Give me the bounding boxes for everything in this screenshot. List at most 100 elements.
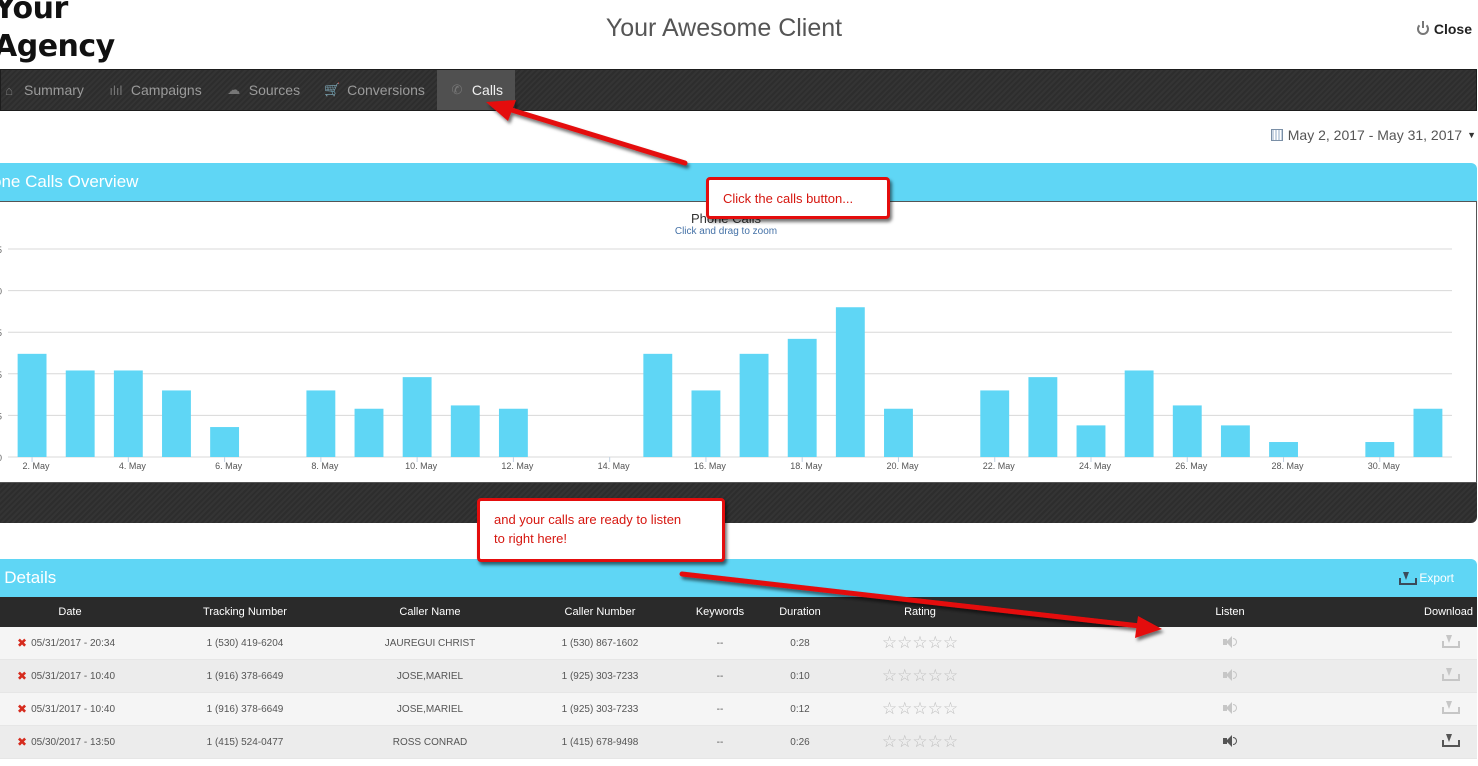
nav-tab-sources[interactable]: ☁ Sources <box>214 70 312 110</box>
export-button[interactable]: Export <box>1399 571 1454 585</box>
delete-icon[interactable]: ✖ <box>17 669 27 683</box>
cell-caller-number: 1 (925) 303-7233 <box>561 703 639 715</box>
column-header-date[interactable]: Date <box>0 606 140 618</box>
nav-tab-label: Campaigns <box>130 82 202 98</box>
cell-rating: ☆☆☆☆☆ <box>850 732 990 752</box>
cell-rating: ☆☆☆☆☆ <box>850 633 990 653</box>
close-button[interactable]: Close <box>1416 21 1472 37</box>
column-header-listen[interactable]: Listen <box>990 606 1420 618</box>
chart-bar <box>1076 425 1106 457</box>
cell-duration: 0:28 <box>790 637 810 649</box>
nav-tab-calls[interactable]: ✆ Calls <box>436 70 516 110</box>
calls-table-body: ✖ 05/31/2017 - 20:34 1 (530) 419-6204 JAURE… <box>0 627 1477 759</box>
cell-tracking-number: 1 (415) 524-0477 <box>206 736 284 748</box>
download-icon[interactable] <box>1441 734 1460 747</box>
x-tick-label: 22. May <box>983 461 1016 471</box>
cell-caller-name: JOSE,MARIEL <box>396 703 464 715</box>
export-label: Export <box>1419 571 1454 585</box>
phone-calls-chart[interactable]: 5 0 5 5 5 0 2. May 4. May 6. May 8. May 10. May 12.… <box>0 201 1477 483</box>
caret-down-icon: ▼ <box>1467 130 1476 140</box>
cell-download <box>1420 701 1477 717</box>
cell-rating: ☆☆☆☆☆ <box>850 666 990 686</box>
star-rating-icon[interactable]: ☆☆☆☆☆ <box>882 699 958 718</box>
cell-caller-name: JOSE,MARIEL <box>396 670 464 682</box>
main-nav: ⌂ Summary ılıl Campaigns ☁ Sources 🛒 Conversion… <box>0 69 1477 111</box>
chart-bar <box>1220 425 1250 457</box>
x-tick-label: 12. May <box>501 461 534 471</box>
power-icon <box>1416 21 1429 35</box>
column-header-duration[interactable]: Duration <box>750 606 850 618</box>
nav-tab-conversions[interactable]: 🛒 Conversions <box>312 70 437 110</box>
cell-download <box>1420 668 1477 684</box>
download-icon[interactable] <box>1441 668 1460 681</box>
column-header-caller-name[interactable]: Caller Name <box>350 606 510 618</box>
column-header-download[interactable]: Download <box>1420 606 1477 618</box>
home-icon: ⌂ <box>5 82 13 98</box>
cell-keywords: -- <box>716 736 724 748</box>
cell-listen <box>990 668 1420 684</box>
nav-tab-campaigns[interactable]: ılıl Campaigns <box>96 70 214 110</box>
cell-keywords: -- <box>716 703 724 715</box>
overview-panel-footer <box>0 483 1477 523</box>
download-icon[interactable] <box>1441 635 1460 648</box>
speaker-icon[interactable] <box>1223 635 1237 648</box>
cell-caller-name: JAUREGUI CHRIST <box>384 637 476 649</box>
chart-bar <box>691 390 721 457</box>
overview-title: one Calls Overview <box>0 172 139 191</box>
call-date: 05/31/2017 - 10:40 <box>31 670 116 682</box>
nav-tab-label: Summary <box>24 82 84 98</box>
x-tick-label: 26. May <box>1175 461 1208 471</box>
chart-bar <box>739 353 769 457</box>
column-header-keywords[interactable]: Keywords <box>690 606 750 618</box>
speaker-icon[interactable] <box>1223 668 1237 681</box>
delete-icon[interactable]: ✖ <box>17 735 27 749</box>
delete-icon[interactable]: ✖ <box>17 702 27 716</box>
x-tick-label: 20. May <box>886 461 919 471</box>
callout-click-calls: Click the calls button... <box>706 177 890 219</box>
download-icon[interactable] <box>1441 701 1460 714</box>
cell-download <box>1420 635 1477 651</box>
call-date: 05/31/2017 - 10:40 <box>31 703 116 715</box>
nav-tab-label: Calls <box>471 82 504 98</box>
equalizer-icon: ılıl <box>109 82 123 98</box>
column-header-rating[interactable]: Rating <box>850 606 990 618</box>
speaker-icon[interactable] <box>1223 734 1237 747</box>
cell-date: ✖ 05/31/2017 - 10:40 <box>0 702 140 716</box>
chart-bar <box>450 405 480 457</box>
date-range-picker[interactable]: May 2, 2017 - May 31, 2017 ▼ <box>1270 127 1476 143</box>
y-tick-label: 0 <box>0 287 2 297</box>
speaker-icon[interactable] <box>1223 701 1237 714</box>
details-title: ll Details <box>0 568 57 587</box>
nav-tab-label: Conversions <box>347 82 425 98</box>
chart-subtitle: Click and drag to zoom <box>674 226 778 237</box>
y-tick-label: 5 <box>0 328 2 338</box>
x-tick-label: 6. May <box>215 461 243 471</box>
callout-listen-here: and your calls are ready to listen to ri… <box>477 498 725 562</box>
cell-caller-name: ROSS CONRAD <box>392 736 468 748</box>
x-tick-label: 8. May <box>311 461 339 471</box>
table-row: ✖ 05/31/2017 - 10:40 1 (916) 378-6649 JOSE,… <box>0 693 1477 726</box>
chart-bar <box>402 377 432 457</box>
cell-caller-number: 1 (925) 303-7233 <box>561 670 639 682</box>
column-header-caller-number[interactable]: Caller Number <box>510 606 690 618</box>
star-rating-icon[interactable]: ☆☆☆☆☆ <box>882 666 958 685</box>
delete-icon[interactable]: ✖ <box>17 636 27 650</box>
report-window: Your Agency logo Your Awesome Client Clo… <box>0 0 1478 766</box>
nav-tab-summary[interactable]: ⌂ Summary <box>1 70 96 110</box>
chart-bar <box>1028 377 1058 457</box>
table-row: ✖ 05/30/2017 - 13:50 1 (415) 524-0477 ROSS … <box>0 726 1477 759</box>
column-header-tracking-number[interactable]: Tracking Number <box>140 606 350 618</box>
calendar-icon <box>1270 129 1283 141</box>
callout-listen-line-1: and your calls are ready to listen <box>494 512 682 527</box>
chart-bar <box>884 408 913 457</box>
chart-bar <box>306 390 336 457</box>
chart-bar <box>498 408 528 457</box>
star-rating-icon[interactable]: ☆☆☆☆☆ <box>882 633 958 652</box>
chart-canvas[interactable]: 5 0 5 5 5 0 2. May 4. May 6. May 8. May 10. May 12.… <box>0 202 1476 482</box>
phone-icon: ✆ <box>451 82 463 97</box>
cell-tracking-number: 1 (916) 378-6649 <box>206 670 284 682</box>
client-title: Your Awesome Client <box>605 14 843 42</box>
star-rating-icon[interactable]: ☆☆☆☆☆ <box>882 732 958 751</box>
cell-date: ✖ 05/31/2017 - 10:40 <box>0 669 140 683</box>
cell-listen <box>990 701 1420 717</box>
